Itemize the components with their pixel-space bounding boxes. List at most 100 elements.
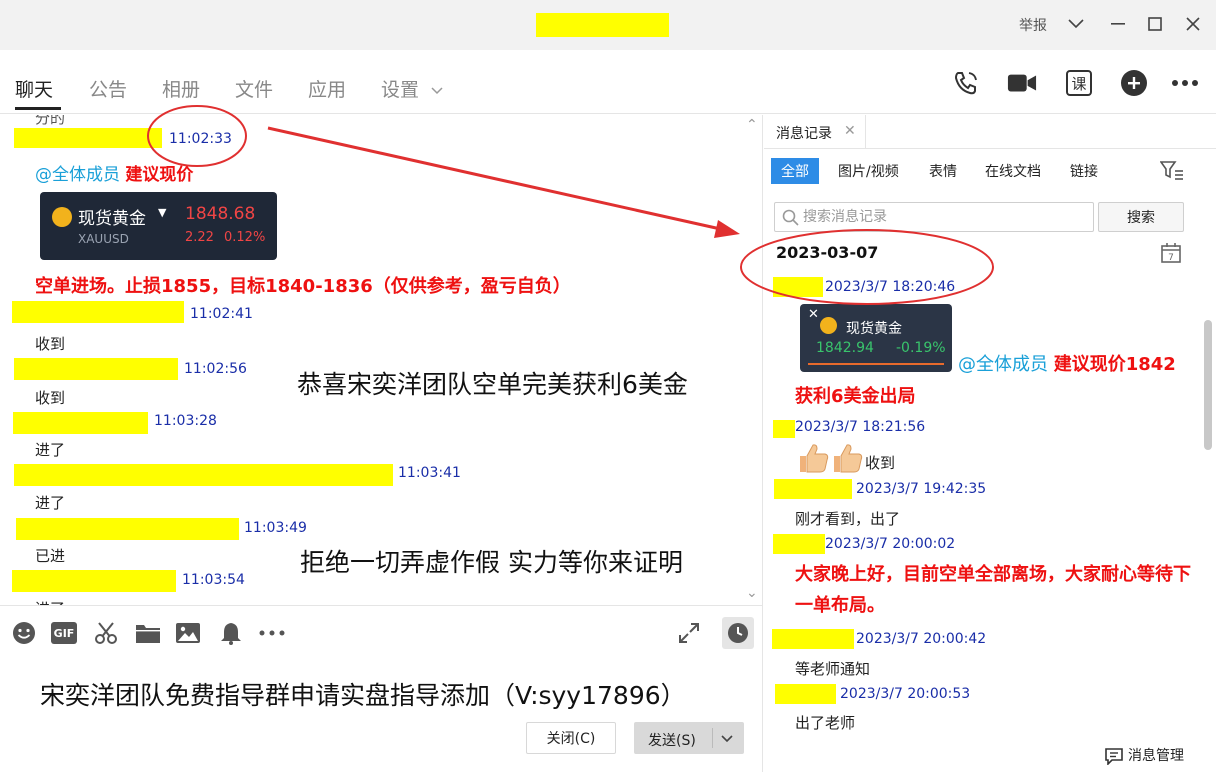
history-timestamp: 2023/3/7 19:42:35	[856, 481, 987, 497]
filter-stickers[interactable]: 表情	[929, 161, 957, 181]
filter-all[interactable]: 全部	[771, 158, 819, 184]
message-text: 已进	[35, 547, 66, 565]
sender-redaction	[14, 128, 162, 148]
report-button[interactable]: 举报	[1019, 15, 1047, 35]
search-button[interactable]: 搜索	[1098, 202, 1184, 232]
scissors-icon[interactable]	[93, 620, 119, 646]
send-separator	[712, 728, 713, 748]
close-icon[interactable]	[1181, 12, 1205, 36]
sender-redaction	[13, 412, 148, 434]
tab-apps[interactable]: 应用	[308, 75, 346, 102]
quote-percent: 0.12%	[224, 230, 266, 245]
message-timestamp: 11:02:33	[169, 131, 232, 147]
tab-files[interactable]: 文件	[235, 75, 273, 102]
partial-message: 分的	[35, 115, 66, 127]
tab-settings[interactable]: 设置	[381, 75, 443, 102]
history-message: @全体成员 建议现价1842	[958, 350, 1176, 376]
divider	[764, 148, 1216, 149]
sender-redaction	[16, 518, 239, 540]
card-underline	[808, 363, 944, 365]
message-text: 收到	[35, 335, 66, 353]
caret-down-icon: ▼	[158, 206, 167, 219]
history-message: 出了老师	[795, 714, 856, 732]
sender-redaction	[773, 420, 795, 438]
expand-icon[interactable]	[676, 620, 702, 646]
filter-links[interactable]: 链接	[1070, 161, 1098, 181]
class-icon[interactable]: 课	[1064, 68, 1094, 98]
gold-coin-icon	[820, 317, 837, 334]
close-icon[interactable]: ✕	[844, 123, 856, 139]
history-tab-label: 消息记录	[776, 126, 832, 142]
svg-text:7: 7	[1168, 253, 1174, 263]
gif-icon[interactable]: GIF	[51, 620, 77, 646]
filter-docs[interactable]: 在线文档	[985, 161, 1041, 181]
minimize-icon[interactable]	[1106, 12, 1130, 36]
sender-redaction	[773, 277, 823, 297]
mention-all[interactable]: @全体成员	[958, 354, 1048, 375]
add-icon[interactable]	[1119, 68, 1149, 98]
video-icon[interactable]	[1007, 68, 1037, 98]
quote-price: 1842.94	[816, 340, 874, 356]
message-text: 进了	[35, 598, 65, 605]
sender-redaction	[12, 301, 184, 323]
expand-down-icon[interactable]: ⌄	[746, 585, 758, 601]
tab-chat[interactable]: 聊天	[15, 75, 53, 102]
message-manage-button[interactable]: 消息管理	[1104, 745, 1184, 766]
sender-redaction	[774, 479, 852, 499]
more-icon[interactable]	[259, 620, 285, 646]
tab-active-indicator	[15, 107, 61, 110]
send-button[interactable]: 发送(S)	[634, 722, 744, 754]
history-search-input[interactable]	[803, 207, 1083, 227]
image-icon[interactable]	[175, 620, 201, 646]
gold-quote-card[interactable]: ✕ 现货黄金 1842.94 -0.19%	[800, 304, 952, 372]
overlay-caption: 拒绝一切弄虚作假 实力等你来证明	[300, 548, 683, 577]
calendar-icon[interactable]: 7	[1160, 242, 1182, 264]
bell-icon[interactable]	[218, 620, 244, 646]
tab-album[interactable]: 相册	[162, 75, 200, 102]
more-icon[interactable]	[1170, 68, 1200, 98]
chat-bubble-icon	[1105, 748, 1123, 766]
filter-settings-icon[interactable]	[1159, 160, 1184, 184]
folder-icon[interactable]	[135, 620, 161, 646]
history-timestamp: 2023/3/7 20:00:53	[840, 686, 971, 702]
quote-name: 现货黄金	[78, 209, 146, 229]
mention-all[interactable]: @全体成员	[35, 165, 120, 185]
history-tab[interactable]: 消息记录 ✕	[764, 115, 866, 149]
close-icon[interactable]: ✕	[808, 307, 819, 322]
quote-percent: -0.19%	[896, 340, 946, 356]
quote-symbol: XAUUSD	[78, 232, 129, 246]
history-clock-icon[interactable]	[722, 617, 754, 649]
highlight-text: 大家晚上好，目前空单全部离场，大家耐心等待下一单布局。	[795, 564, 1191, 616]
chevron-down-icon[interactable]	[720, 728, 734, 752]
emoji-icon[interactable]	[11, 620, 37, 646]
message-timestamp: 11:03:49	[244, 520, 307, 536]
collapse-icon[interactable]: ⌃	[746, 117, 758, 133]
close-button[interactable]: 关闭(C)	[526, 722, 616, 754]
filter-media[interactable]: 图片/视频	[838, 161, 899, 181]
message-manage-label: 消息管理	[1128, 748, 1184, 764]
message-body: @全体成员 建议现价	[35, 160, 193, 185]
gold-quote-card[interactable]: 现货黄金 ▼ XAUUSD 1848.68 2.22 0.12%	[40, 192, 277, 260]
history-search-box	[774, 202, 1094, 232]
chevron-down-icon[interactable]	[1064, 12, 1088, 36]
tab-announcement[interactable]: 公告	[89, 75, 127, 102]
sender-redaction	[14, 464, 393, 486]
message-composer: GIF 宋奕洋团队免费指导群申请实盘指导添加（V:syy17896） 关闭(C)…	[0, 605, 763, 772]
message-history-panel: 消息记录 ✕ 全部 图片/视频 表情 在线文档 链接 搜索 2023-03-07…	[764, 115, 1216, 772]
message-text: 进了	[35, 441, 66, 459]
history-message: 收到	[865, 454, 896, 472]
search-icon	[782, 209, 799, 226]
quote-change: 2.22	[185, 230, 214, 245]
history-timestamp: 2023/3/7 20:00:42	[856, 631, 987, 647]
gif-icon-label: GIF	[51, 622, 77, 644]
history-scrollbar[interactable]	[1204, 320, 1212, 450]
chat-message-list[interactable]: 分的 ⌃ 11:02:33 @全体成员 建议现价 现货黄金 ▼ XAUUSD 1…	[0, 115, 763, 605]
chevron-down-icon	[431, 86, 443, 94]
phone-icon[interactable]	[951, 68, 981, 98]
thumbs-up-icon	[796, 441, 866, 479]
maximize-icon[interactable]	[1143, 12, 1167, 36]
sender-redaction	[14, 358, 178, 380]
composer-text[interactable]: 宋奕洋团队免费指导群申请实盘指导添加（V:syy17896）	[40, 676, 686, 712]
message-timestamp: 11:03:41	[398, 465, 461, 481]
highlight-text: 获利6美金出局	[795, 386, 916, 407]
